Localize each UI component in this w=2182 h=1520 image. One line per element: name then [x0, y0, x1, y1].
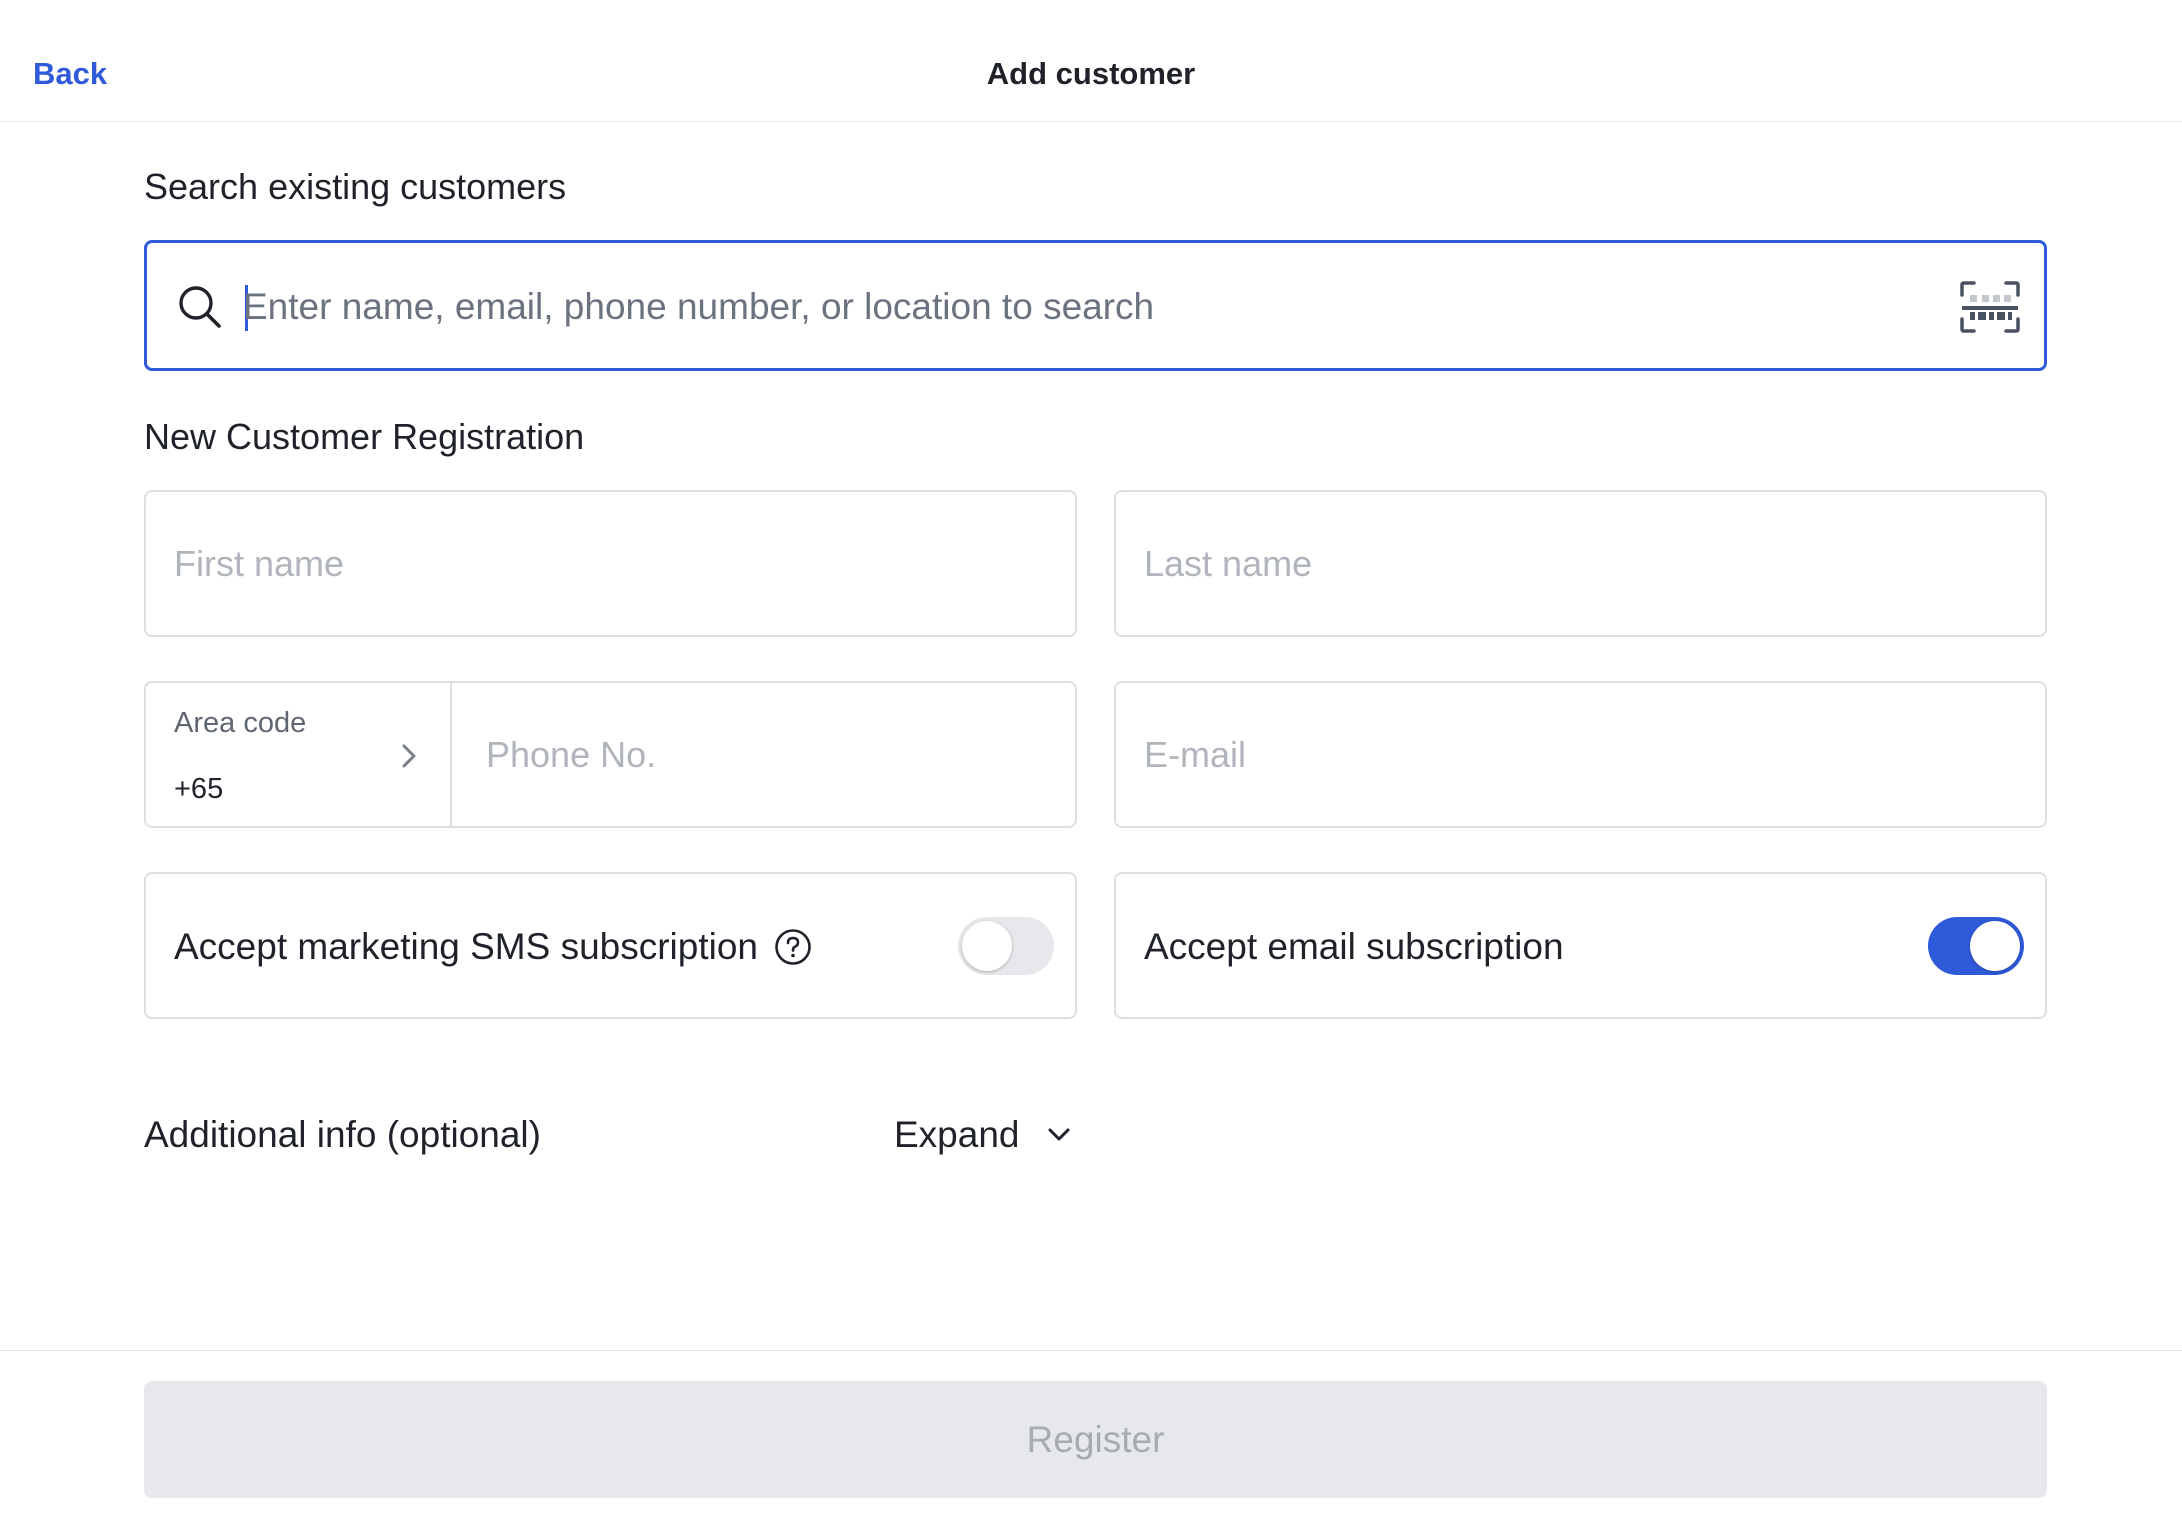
footer-divider: [0, 1350, 2182, 1351]
top-bar: Back Add customer: [0, 0, 2182, 122]
area-code-selector[interactable]: Area code +65: [146, 683, 452, 826]
sms-subscription-label: Accept marketing SMS subscription: [174, 926, 759, 967]
first-name-input[interactable]: [174, 492, 1047, 635]
expand-label: Expand: [894, 1114, 1020, 1155]
first-name-field[interactable]: [144, 490, 1077, 637]
additional-info-label: Additional info (optional): [144, 1114, 541, 1155]
customer-search-input[interactable]: [243, 267, 1903, 347]
email-subscription-card: Accept email subscription: [1114, 872, 2047, 1019]
search-icon: [179, 286, 221, 328]
sms-subscription-card: Accept marketing SMS subscription: [144, 872, 1077, 1019]
area-code-value: +65: [174, 773, 224, 805]
phone-field: Area code +65: [144, 681, 1077, 828]
area-code-label: Area code: [174, 707, 307, 739]
search-section-title: Search existing customers: [144, 166, 567, 207]
chevron-down-icon: [1048, 1128, 1069, 1141]
toggle-knob: [962, 921, 1012, 971]
email-subscription-toggle[interactable]: [1928, 917, 2024, 975]
barcode-scan-icon[interactable]: [1960, 281, 2020, 333]
customer-search-box[interactable]: [144, 240, 2047, 371]
sms-subscription-toggle[interactable]: [958, 917, 1054, 975]
email-input[interactable]: [1144, 683, 2017, 826]
last-name-field[interactable]: [1114, 490, 2047, 637]
register-button[interactable]: Register: [144, 1381, 2047, 1498]
help-icon[interactable]: [774, 928, 812, 966]
last-name-input[interactable]: [1144, 492, 2017, 635]
page-title: Add customer: [986, 56, 1196, 91]
registration-section-title: New Customer Registration: [144, 416, 585, 457]
expand-button[interactable]: Expand: [894, 1114, 1074, 1156]
phone-number-input[interactable]: [486, 683, 1046, 826]
toggle-knob: [1970, 921, 2020, 971]
email-subscription-label: Accept email subscription: [1144, 926, 1564, 967]
chevron-right-icon: [402, 744, 416, 768]
email-field[interactable]: [1114, 681, 2047, 828]
